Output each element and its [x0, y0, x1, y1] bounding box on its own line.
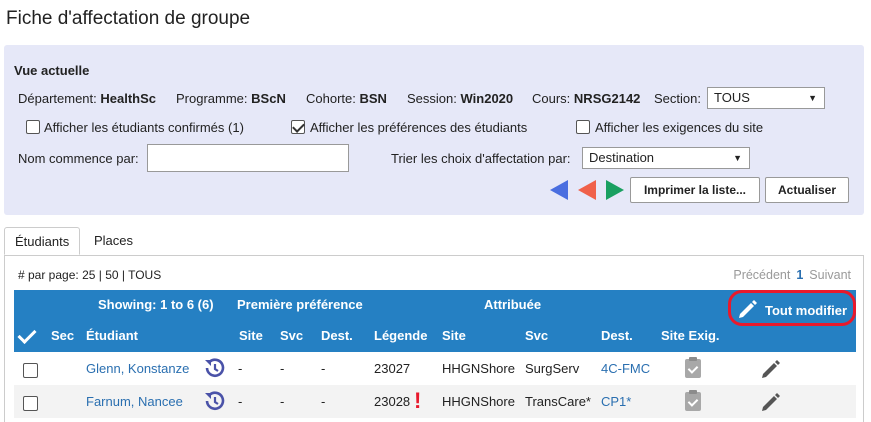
chevron-down-icon: ▼	[808, 93, 817, 103]
next-arrow-icon[interactable]	[606, 180, 624, 200]
sort-label: Trier les choix d'affectation par:	[391, 151, 571, 166]
tab-divider	[4, 255, 864, 256]
current-view-heading: Vue actuelle	[14, 63, 90, 78]
tab-places[interactable]: Places	[84, 227, 143, 255]
show-confirmed-checkbox[interactable]	[26, 120, 40, 134]
assigned-svc: SurgServ	[525, 361, 580, 376]
assigned-dest-link[interactable]: 4C-FMC	[601, 361, 650, 376]
pager: Précédent 1 Suivant	[733, 268, 851, 282]
edit-all-button[interactable]: Tout modifier	[728, 290, 856, 326]
show-confirmed-label: Afficher les étudiants confirmés (1)	[44, 120, 244, 135]
department-info: Département: HealthSc	[18, 91, 157, 106]
assigned-site: HHGNShore	[442, 361, 515, 376]
current-view-panel: Vue actuelle Département: HealthSc Progr…	[4, 45, 864, 215]
col-assigned-site[interactable]: Site	[442, 328, 466, 343]
show-requirements-checkbox[interactable]	[576, 120, 590, 134]
history-icon[interactable]	[202, 356, 226, 380]
col-pref-svc[interactable]: Svc	[280, 328, 303, 343]
program-info: Programme: BScN	[176, 91, 286, 106]
sort-select[interactable]: Destination ▼	[582, 147, 750, 169]
pref-site: -	[238, 394, 243, 409]
table-row: Farnum, Nancee - - - 23028 ! HHGNShore T…	[14, 385, 856, 418]
print-list-button[interactable]: Imprimer la liste...	[630, 177, 760, 203]
page-title: Fiche d'affectation de groupe	[6, 8, 251, 29]
pref-dest: -	[321, 394, 326, 409]
select-all-check-icon[interactable]	[17, 324, 37, 345]
pencil-icon[interactable]	[760, 358, 782, 380]
pref-dest: -	[321, 361, 326, 376]
clipboard-check-icon[interactable]	[685, 357, 701, 378]
pencil-icon	[739, 300, 757, 318]
session-info: Session: Win2020	[407, 91, 514, 106]
assigned-dest-link[interactable]: CP1*	[601, 394, 631, 409]
pref-site: -	[238, 361, 243, 376]
col-pref-dest[interactable]: Dest.	[321, 328, 353, 343]
name-starts-input[interactable]	[147, 144, 349, 172]
warning-exclamation-icon: !	[414, 388, 422, 413]
pref-svc: -	[280, 361, 285, 376]
student-name-link[interactable]: Farnum, Nancee	[86, 394, 183, 409]
table-row: Glenn, Konstanze - - - 23027 HHGNShore S…	[14, 352, 856, 385]
per-page-options[interactable]: 25 | 50 | TOUS	[82, 268, 161, 282]
col-site-requirements[interactable]: Site Exig.	[661, 328, 720, 343]
cohort-info: Cohorte: BSN	[306, 91, 387, 106]
name-starts-label: Nom commence par:	[18, 151, 139, 166]
refresh-button[interactable]: Actualiser	[765, 177, 849, 203]
col-assigned-dest[interactable]: Dest.	[601, 328, 633, 343]
tab-students[interactable]: Étudiants	[4, 227, 81, 255]
course-info: Cours: NRSG2142	[532, 91, 641, 106]
clipboard-check-icon[interactable]	[685, 390, 701, 411]
row-select-checkbox[interactable]	[23, 396, 38, 411]
current-page[interactable]: 1	[796, 268, 803, 282]
show-preferences-label: Afficher les préférences des étudiants	[310, 120, 528, 135]
first-preference-header: Première préférence	[237, 297, 363, 312]
section-label: Section:	[654, 91, 701, 106]
prev-page-link[interactable]: Précédent	[733, 268, 790, 282]
history-icon[interactable]	[202, 389, 226, 413]
col-student[interactable]: Étudiant	[86, 328, 138, 343]
first-page-arrow-icon[interactable]	[550, 180, 568, 200]
pref-svc: -	[280, 394, 285, 409]
assigned-site: HHGNShore	[442, 394, 515, 409]
col-assigned-svc[interactable]: Svc	[525, 328, 548, 343]
legend-code: 23027	[374, 361, 411, 376]
student-name-link[interactable]: Glenn, Konstanze	[86, 361, 189, 376]
per-page-control: # par page: 25 | 50 | TOUS	[18, 268, 162, 282]
col-pref-site[interactable]: Site	[239, 328, 263, 343]
chevron-down-icon: ▼	[733, 153, 742, 163]
row-select-checkbox[interactable]	[23, 363, 38, 378]
col-legend[interactable]: Légende	[374, 328, 427, 343]
legend-code: 23028	[374, 394, 411, 409]
section-select[interactable]: TOUS ▼	[707, 87, 825, 109]
assigned-svc: TransCare*	[525, 394, 591, 409]
assigned-header: Attribuée	[484, 297, 542, 312]
show-preferences-checkbox[interactable]	[291, 120, 305, 134]
pencil-icon[interactable]	[760, 391, 782, 413]
prev-arrow-icon[interactable]	[578, 180, 596, 200]
next-page-link[interactable]: Suivant	[809, 268, 851, 282]
col-sec[interactable]: Sec	[51, 328, 74, 343]
show-requirements-label: Afficher les exigences du site	[595, 120, 764, 135]
showing-count: Showing: 1 to 6 (6)	[98, 297, 214, 312]
